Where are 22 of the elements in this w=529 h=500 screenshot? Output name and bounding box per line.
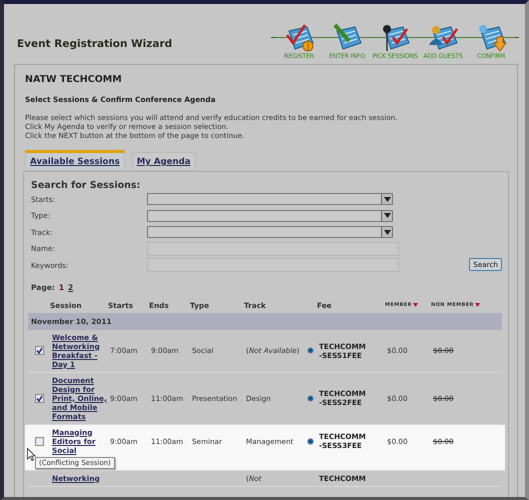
event-name: NATW TECHCOMM xyxy=(25,74,123,85)
dropdown-arrow-icon xyxy=(384,213,390,218)
dropdown-field[interactable] xyxy=(147,210,393,222)
checkbox[interactable] xyxy=(34,346,44,355)
dropdown-arrow-icon xyxy=(384,196,390,202)
checkmark-icon xyxy=(36,394,42,402)
dropdown-arrow-icon xyxy=(384,230,390,235)
dropdown-field[interactable] xyxy=(147,226,393,238)
checkmark-icon xyxy=(36,347,42,354)
sort-arrow-icon xyxy=(474,303,480,307)
dropdown-field[interactable] xyxy=(147,193,393,206)
document-coin-icon xyxy=(283,23,315,53)
checkbox[interactable] xyxy=(34,436,44,446)
radio-button[interactable] xyxy=(306,347,314,354)
radio-button[interactable] xyxy=(306,394,314,402)
radio-button[interactable] xyxy=(306,438,314,444)
tab[interactable]: My Agenda xyxy=(132,152,196,171)
search-title: Search for Sessions: xyxy=(31,180,142,191)
checkbox[interactable] xyxy=(34,394,44,402)
sort-arrow-icon xyxy=(412,303,418,307)
tab[interactable]: Available Sessions xyxy=(25,150,125,171)
window-title: Event Registration Wizard xyxy=(17,38,172,50)
